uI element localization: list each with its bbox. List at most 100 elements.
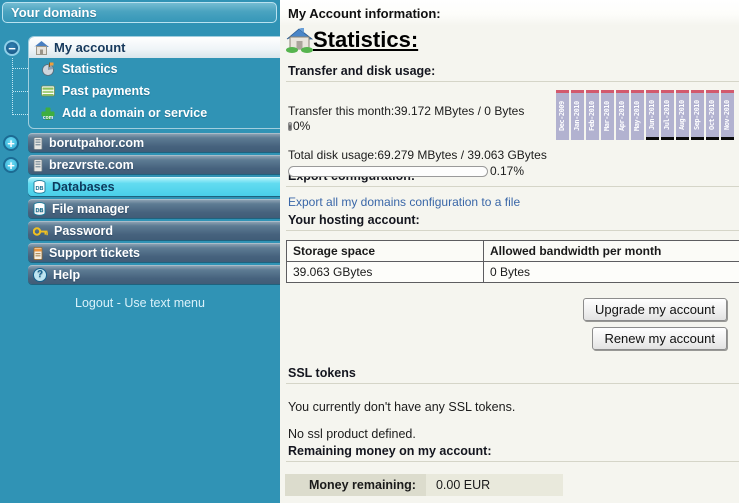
database-icon: DB	[33, 202, 46, 216]
account-actions: Upgrade my account Renew my account	[280, 298, 727, 350]
sidebar-item-help[interactable]: ? Help	[28, 265, 280, 284]
sidebar-item-label: Add a domain or service	[62, 106, 207, 120]
ssl-product-message: No ssl product defined.	[288, 427, 739, 441]
sidebar-item-statistics[interactable]: Statistics	[29, 58, 280, 80]
database-icon: DB	[33, 180, 46, 194]
chart-bar-label: Oct-2010	[706, 93, 719, 137]
help-icon: ?	[33, 268, 47, 282]
ssl-tokens-message: You currently don't have any SSL tokens.	[288, 400, 739, 414]
chart-bar: Feb-2010	[586, 90, 599, 140]
add-domain-icon: com	[41, 107, 55, 120]
statistics-title: Statistics:	[313, 27, 418, 53]
table-header-row: Storage space Allowed bandwidth per mont…	[287, 241, 739, 262]
sidebar-item-domain-1[interactable]: borutpahor.com	[28, 133, 280, 152]
sidebar-item-label: Past payments	[62, 84, 150, 98]
column-allowed-bandwidth: Allowed bandwidth per month	[484, 241, 739, 262]
transfer-percent: 0%	[293, 119, 310, 133]
sidebar-menu: borutpahor.com brezvrste.com DB Database…	[28, 133, 280, 287]
sidebar-item-domain-2[interactable]: brezvrste.com	[28, 155, 280, 174]
sidebar-item-label: File manager	[52, 202, 129, 216]
chart-bar: Oct-2010	[706, 90, 719, 140]
page-title: My Account information:	[288, 6, 739, 21]
sidebar-item-label: Databases	[52, 180, 115, 194]
bandwidth-value: 0 Bytes	[484, 262, 739, 283]
sidebar-item-past-payments[interactable]: Past payments	[29, 80, 280, 102]
tree-line	[13, 68, 28, 69]
money-remaining-value: 0.00 EUR	[426, 474, 563, 496]
sidebar-item-label: brezvrste.com	[49, 158, 134, 172]
sidebar-item-databases[interactable]: DB Databases	[28, 177, 280, 196]
sidebar-item-label: Support tickets	[49, 246, 140, 260]
section-transfer-header: Transfer and disk usage:	[286, 62, 739, 82]
sidebar-item-support-tickets[interactable]: Support tickets	[28, 243, 280, 262]
sidebar-item-label: Help	[53, 268, 80, 282]
tree-line	[13, 114, 28, 115]
sidebar-item-label: borutpahor.com	[49, 136, 144, 150]
chart-bar: Nov-2010	[721, 90, 734, 140]
chart-bar-label: Apr-2010	[616, 93, 629, 140]
chart-bar: Jul-2010	[661, 90, 674, 140]
disk-percent: 0.17%	[490, 164, 524, 178]
disk-usage-line: Total disk usage:69.279 MBytes / 39.063 …	[288, 148, 739, 162]
server-icon	[33, 137, 43, 150]
transfer-section: Transfer this month:39.172 MBytes / 0 By…	[288, 82, 739, 167]
tree-line	[12, 58, 13, 115]
sidebar-item-file-manager[interactable]: DB File manager	[28, 199, 280, 218]
chart-bar: Aug-2010	[676, 90, 689, 140]
chart-bar: Sep-2010	[691, 90, 704, 140]
home-icon	[286, 27, 313, 53]
sidebar-item-label: Statistics	[62, 62, 118, 76]
money-remaining-label: Money remaining:	[285, 474, 426, 496]
chart-bar-label: Sep-2010	[691, 93, 704, 137]
logout-link[interactable]: Logout - Use text menu	[0, 296, 280, 310]
sidebar-item-label: Password	[54, 224, 113, 238]
chart-bar: May-2010	[631, 90, 644, 140]
statistics-heading: Statistics:	[286, 27, 739, 53]
payments-icon	[41, 85, 55, 97]
chart-bar-label: Nov-2010	[721, 93, 734, 137]
hosting-account-table: Storage space Allowed bandwidth per mont…	[286, 240, 739, 283]
chart-bar: Dec-2009	[556, 90, 569, 140]
chart-bar: Jun-2010	[646, 90, 659, 140]
money-remaining-row: Money remaining: 0.00 EUR	[285, 474, 739, 496]
chart-bar-label: May-2010	[631, 93, 644, 140]
my-account-group: My account Statistics Past payments com …	[28, 36, 280, 129]
chart-bar-label: Feb-2010	[586, 93, 599, 140]
chart-bar-label: Dec-2009	[556, 93, 569, 140]
chart-bar: Mar-2010	[601, 90, 614, 140]
upgrade-account-button[interactable]: Upgrade my account	[583, 298, 727, 321]
chart-bar-label: Jun-2010	[646, 93, 659, 137]
expand-domain-button[interactable]: +	[3, 135, 19, 151]
chart-bar-label: Mar-2010	[601, 93, 614, 140]
sidebar-item-password[interactable]: Password	[28, 221, 280, 240]
export-config-link[interactable]: Export all my domains configuration to a…	[288, 195, 520, 209]
app-window: Your domains − My account Statistics	[0, 0, 739, 503]
svg-text:com: com	[43, 115, 54, 120]
chart-bar-label: Aug-2010	[676, 93, 689, 137]
renew-account-button[interactable]: Renew my account	[592, 327, 727, 350]
monthly-transfer-chart: Dec-2009 Jan-2010 Feb-2010 Mar-2010 Apr-…	[554, 90, 734, 140]
sidebar: Your domains − My account Statistics	[0, 0, 280, 503]
expand-domain-button[interactable]: +	[3, 157, 19, 173]
sidebar-item-add-domain[interactable]: com Add a domain or service	[29, 102, 280, 124]
column-storage-space: Storage space	[287, 241, 484, 262]
chart-bar: Apr-2010	[616, 90, 629, 140]
chart-bar-label: Jan-2010	[571, 93, 584, 140]
chart-bar-label: Jul-2010	[661, 93, 674, 137]
tree-line	[13, 91, 28, 92]
sidebar-item-my-account[interactable]: My account	[29, 37, 280, 58]
table-row: 39.063 GBytes 0 Bytes	[287, 262, 739, 283]
svg-text:DB: DB	[36, 208, 44, 214]
disk-progress-row: 0.17%	[288, 164, 739, 178]
svg-text:DB: DB	[36, 186, 44, 192]
collapse-account-button[interactable]: −	[4, 40, 20, 56]
sidebar-header: Your domains	[2, 2, 277, 23]
section-money-header: Remaining money on my account:	[286, 442, 739, 462]
ticket-icon	[33, 247, 43, 260]
section-ssl-header: SSL tokens	[286, 364, 739, 384]
server-icon	[33, 159, 43, 172]
storage-space-value: 39.063 GBytes	[287, 262, 484, 283]
home-icon	[34, 41, 49, 55]
section-hosting-header: Your hosting account:	[286, 211, 739, 231]
main-content: My Account information: Statistics: Tran…	[280, 0, 739, 503]
